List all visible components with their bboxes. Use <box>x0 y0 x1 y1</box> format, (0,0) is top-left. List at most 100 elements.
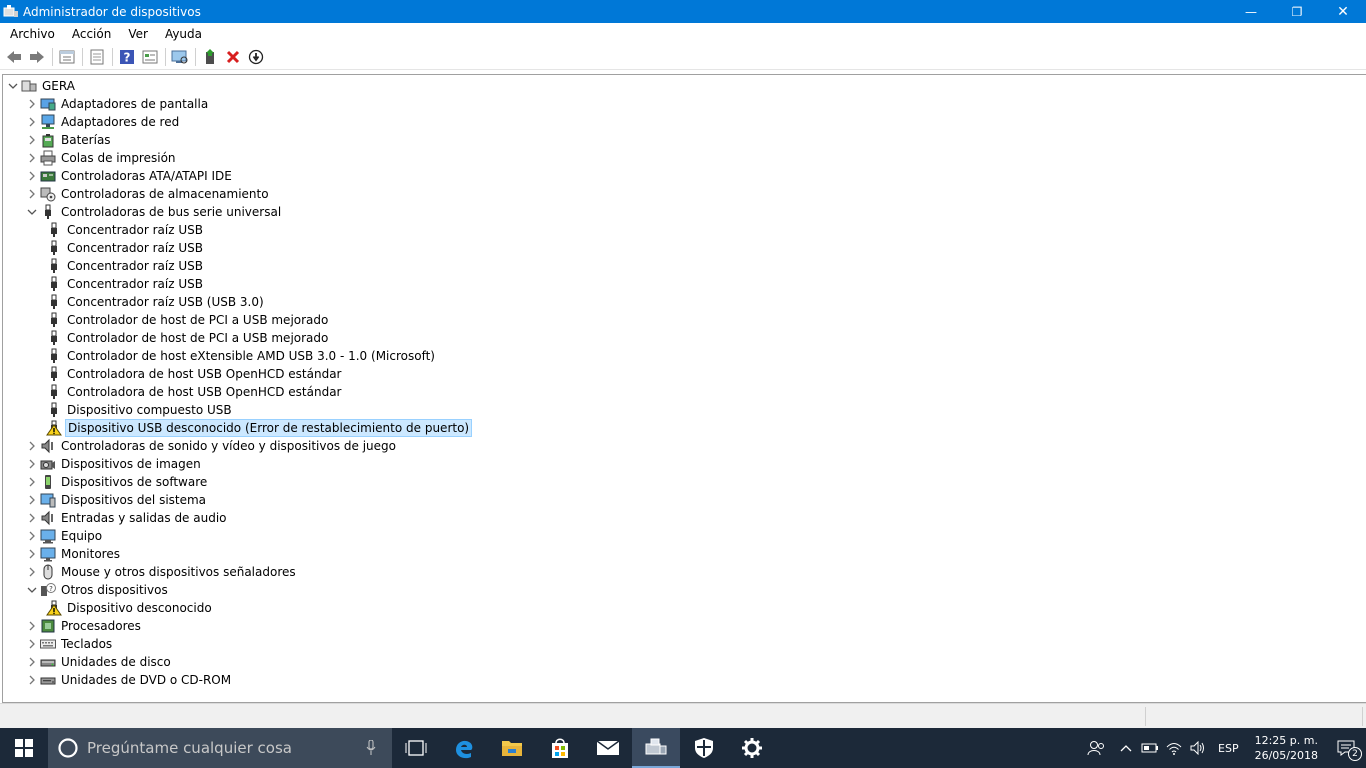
expand-icon[interactable] <box>24 95 40 113</box>
tree-category[interactable]: Adaptadores de red <box>24 113 181 131</box>
forward-icon[interactable] <box>27 47 47 67</box>
tree-item-label: Concentrador raíz USB <box>67 223 203 237</box>
expand-icon[interactable] <box>24 509 40 527</box>
tree-item-label: Dispositivo desconocido <box>67 601 212 615</box>
tree-category[interactable]: Controladoras de almacenamiento <box>24 185 271 203</box>
wifi-icon[interactable] <box>1162 728 1186 768</box>
show-hidden-icons-chevron-icon[interactable] <box>1114 728 1138 768</box>
tree-root[interactable]: GERA <box>5 77 77 95</box>
scan-hardware-icon[interactable] <box>170 47 190 67</box>
back-icon[interactable] <box>4 47 24 67</box>
status-segment <box>1145 707 1146 726</box>
expand-icon[interactable] <box>24 149 40 167</box>
action-center-icon[interactable]: 2 <box>1326 728 1366 768</box>
tree-item-label: Unidades de DVD o CD-ROM <box>61 673 232 687</box>
tree-category[interactable]: Teclados <box>24 635 114 653</box>
mouse-icon <box>40 564 56 580</box>
language-indicator[interactable]: ESP <box>1210 742 1247 755</box>
close-button[interactable]: ✕ <box>1320 0 1366 23</box>
tree-category[interactable]: Dispositivos del sistema <box>24 491 208 509</box>
tree-category[interactable]: Baterías <box>24 131 113 149</box>
tree-category[interactable]: Procesadores <box>24 617 143 635</box>
tree-category[interactable]: Entradas y salidas de audio <box>24 509 229 527</box>
expand-icon[interactable] <box>24 617 40 635</box>
mail-icon[interactable] <box>584 728 632 768</box>
expand-icon[interactable] <box>24 131 40 149</box>
tree-category[interactable]: Monitores <box>24 545 122 563</box>
tree-device[interactable]: Controlador de host de PCI a USB mejorad… <box>43 329 330 347</box>
tree-item-label: Controladoras de almacenamiento <box>61 187 269 201</box>
expand-icon[interactable] <box>24 185 40 203</box>
tree-category[interactable]: Adaptadores de pantalla <box>24 95 210 113</box>
expand-icon[interactable] <box>24 545 40 563</box>
tree-device[interactable]: Concentrador raíz USB (USB 3.0) <box>43 293 266 311</box>
expand-icon[interactable] <box>24 671 40 689</box>
help-icon[interactable]: ? <box>117 47 137 67</box>
update-driver-icon[interactable] <box>200 47 220 67</box>
expand-icon[interactable] <box>24 653 40 671</box>
collapse-icon[interactable] <box>24 581 40 599</box>
tree-category[interactable]: Unidades de DVD o CD-ROM <box>24 671 233 689</box>
expand-icon[interactable] <box>24 491 40 509</box>
expand-icon[interactable] <box>24 113 40 131</box>
tree-category[interactable]: Dispositivos de imagen <box>24 455 203 473</box>
maximize-button[interactable]: ❐ <box>1274 0 1320 23</box>
tree-category[interactable]: Dispositivos de software <box>24 473 209 491</box>
file-explorer-icon[interactable] <box>488 728 536 768</box>
store-icon[interactable] <box>536 728 584 768</box>
disable-device-icon[interactable] <box>246 47 266 67</box>
tree-device[interactable]: Concentrador raíz USB <box>43 221 205 239</box>
tree-category[interactable]: Controladoras ATA/ATAPI IDE <box>24 167 234 185</box>
minimize-button[interactable]: — <box>1228 0 1274 23</box>
clock[interactable]: 12:25 p. m. 26/05/2018 <box>1247 733 1326 763</box>
menu-accion[interactable]: Acción <box>62 27 118 41</box>
tree-device[interactable]: Dispositivo compuesto USB <box>43 401 234 419</box>
tree-device[interactable]: Concentrador raíz USB <box>43 239 205 257</box>
tree-device[interactable]: Controlador de host de PCI a USB mejorad… <box>43 311 330 329</box>
tree-item-label: Concentrador raíz USB <box>67 259 203 273</box>
properties-icon[interactable] <box>87 47 107 67</box>
search-box[interactable]: Pregúntame cualquier cosa <box>48 728 392 768</box>
expand-icon[interactable] <box>24 635 40 653</box>
expand-icon[interactable] <box>24 455 40 473</box>
collapse-icon[interactable] <box>5 77 21 95</box>
tree-device[interactable]: Controladora de host USB OpenHCD estánda… <box>43 365 343 383</box>
start-button[interactable] <box>0 728 48 768</box>
expand-icon[interactable] <box>24 527 40 545</box>
menu-archivo[interactable]: Archivo <box>0 27 62 41</box>
show-hidden-icon[interactable] <box>140 47 160 67</box>
expand-icon[interactable] <box>24 473 40 491</box>
menu-ver[interactable]: Ver <box>118 27 155 41</box>
expand-icon[interactable] <box>24 167 40 185</box>
settings-icon[interactable] <box>728 728 776 768</box>
tree-device[interactable]: Controlador de host eXtensible AMD USB 3… <box>43 347 437 365</box>
device-view-icon[interactable] <box>57 47 77 67</box>
uninstall-icon[interactable] <box>223 47 243 67</box>
security-icon[interactable] <box>680 728 728 768</box>
people-icon[interactable] <box>1078 728 1114 768</box>
tree-device[interactable]: Dispositivo desconocido <box>43 599 214 617</box>
tree-category[interactable]: Equipo <box>24 527 104 545</box>
collapse-icon[interactable] <box>24 203 40 221</box>
menu-ayuda[interactable]: Ayuda <box>155 27 209 41</box>
edge-icon[interactable] <box>440 728 488 768</box>
expand-icon[interactable] <box>24 563 40 581</box>
device-manager-icon[interactable] <box>632 728 680 768</box>
volume-icon[interactable] <box>1186 728 1210 768</box>
tree-category[interactable]: Mouse y otros dispositivos señaladores <box>24 563 298 581</box>
tree-category[interactable]: Controladoras de sonido y vídeo y dispos… <box>24 437 398 455</box>
tree-category[interactable]: ? Otros dispositivos <box>24 581 170 599</box>
usb-icon <box>46 384 62 400</box>
tree-item-label: Equipo <box>61 529 103 543</box>
device-tree[interactable]: GERA Adaptadores de pantalla Adaptadores … <box>2 74 1366 703</box>
tree-category[interactable]: Colas de impresión <box>24 149 178 167</box>
tree-device[interactable]: Concentrador raíz USB <box>43 257 205 275</box>
task-view-icon[interactable] <box>392 728 440 768</box>
tree-category[interactable]: Unidades de disco <box>24 653 173 671</box>
tree-device[interactable]: Concentrador raíz USB <box>43 275 205 293</box>
tree-device[interactable]: Controladora de host USB OpenHCD estánda… <box>43 383 343 401</box>
tree-category[interactable]: Controladoras de bus serie universal <box>24 203 283 221</box>
battery-tray-icon[interactable] <box>1138 728 1162 768</box>
tree-device[interactable]: Dispositivo USB desconocido (Error de re… <box>43 419 473 437</box>
expand-icon[interactable] <box>24 437 40 455</box>
